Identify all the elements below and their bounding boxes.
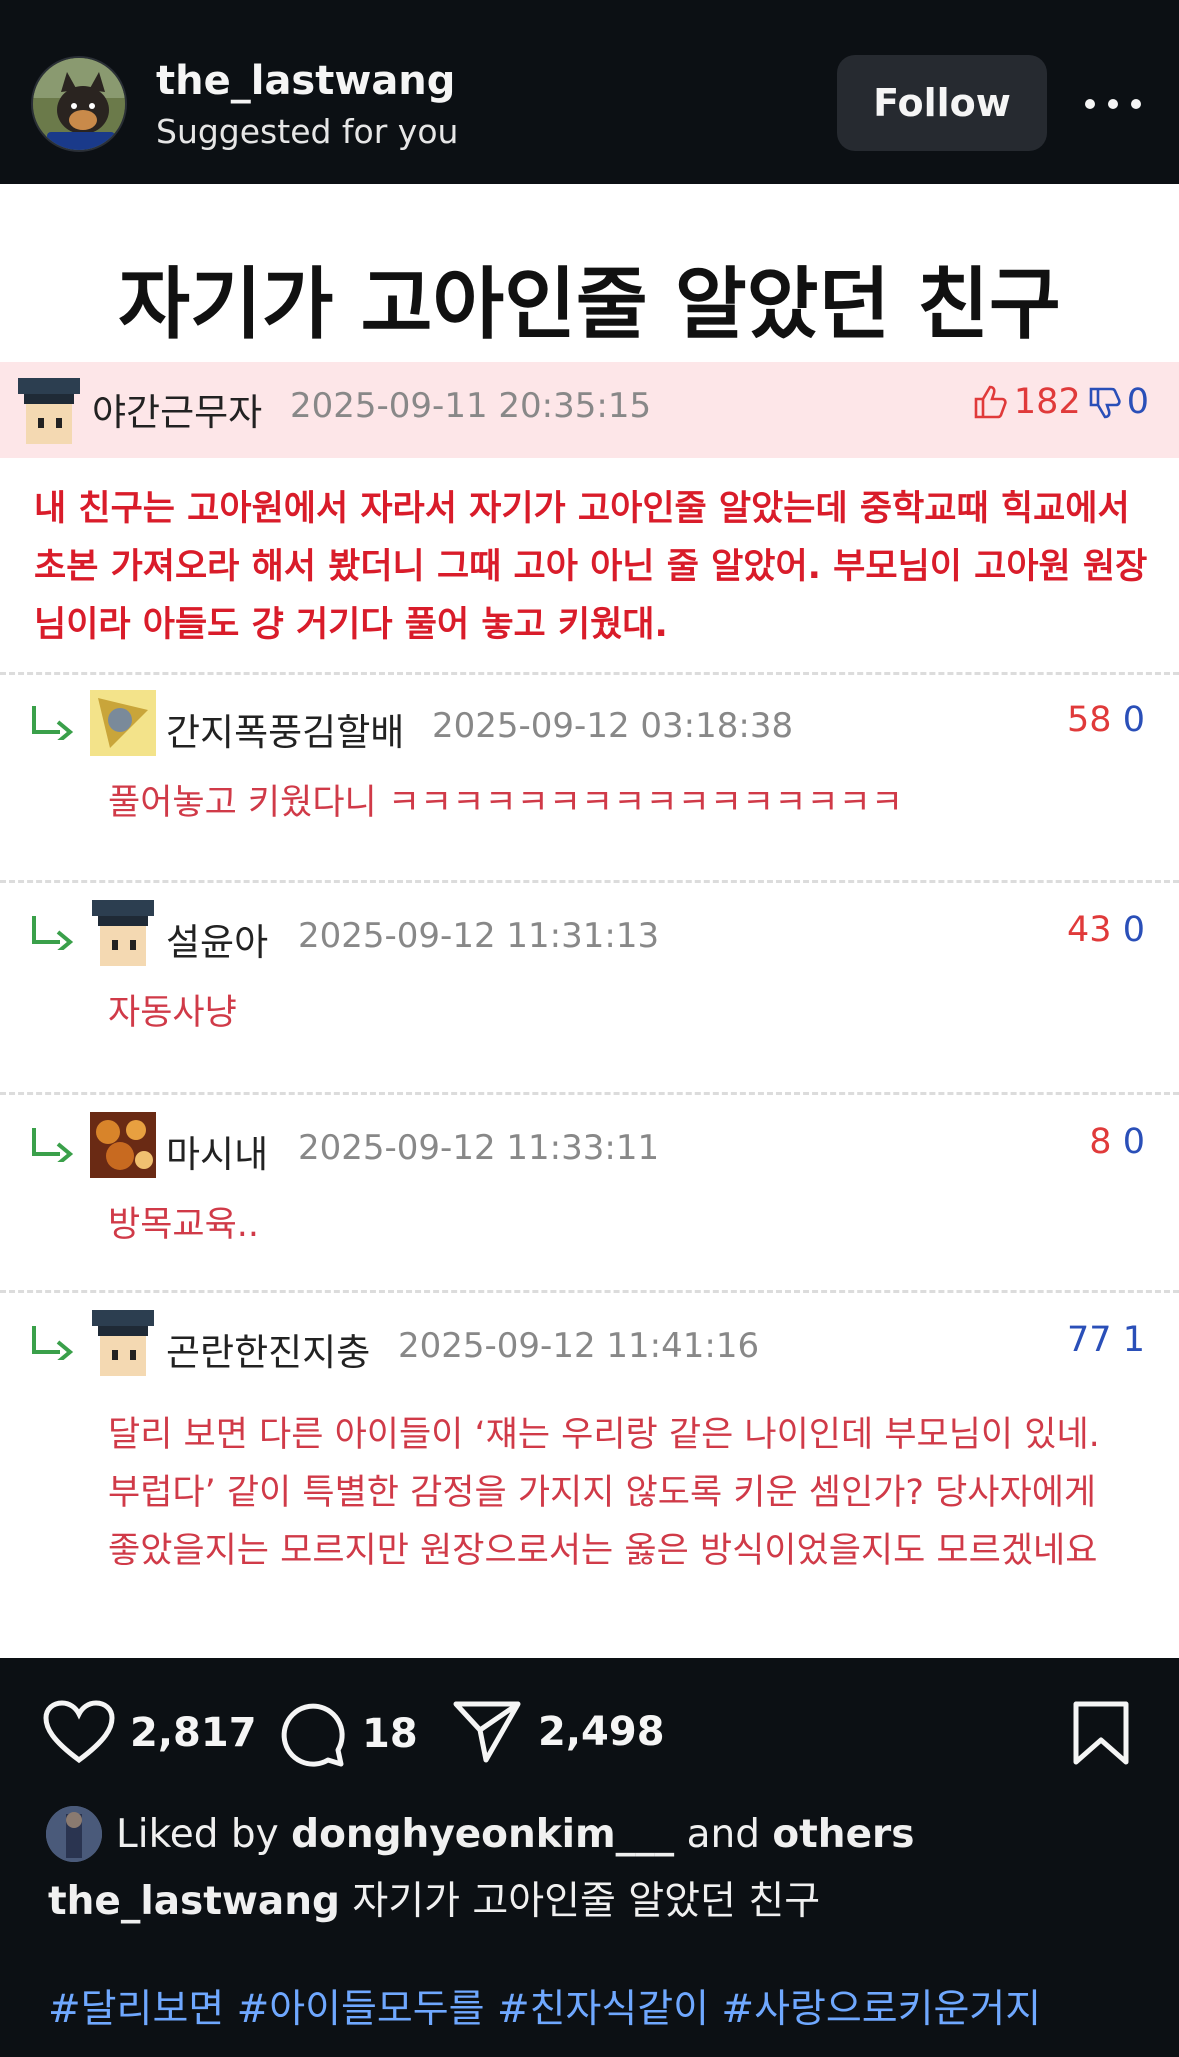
op-downvotes: 0 xyxy=(1126,382,1149,422)
op-text: 내 친구는 고아원에서 자라서 자기가 고아인줄 알았는데 중학교때 힉교에서 … xyxy=(34,489,1148,645)
reply-arrow-icon xyxy=(32,706,74,740)
divider xyxy=(0,1290,1179,1293)
reply-downvotes: 0 xyxy=(1122,1122,1145,1162)
hashtags[interactable]: #달리보면 #아이들모두를 #친자식같이 #사랑으로키운거지 xyxy=(48,1978,1041,2034)
reply-avatar xyxy=(90,900,156,966)
reply-avatar xyxy=(90,690,156,756)
reply-upvotes: 8 xyxy=(1089,1122,1112,1162)
post-actions: 2,817 18 2,498 Liked by donghyeonkim___ … xyxy=(0,1658,1179,2057)
liked-by[interactable]: Liked by donghyeonkim___ and others xyxy=(46,1806,914,1862)
reply-time: 2025-09-12 03:18:38 xyxy=(432,706,794,746)
reply-avatar xyxy=(90,1112,156,1178)
reply-arrow-icon xyxy=(32,916,74,950)
post-header: the_lastwang Suggested for you Follow xyxy=(0,0,1179,184)
comment-icon[interactable] xyxy=(278,1700,346,1768)
reply-text: 자동사냥 xyxy=(108,993,237,1033)
reply-name: 곤란한진지충 xyxy=(166,1331,371,1374)
op-time: 2025-09-11 20:35:15 xyxy=(290,386,652,426)
op-avatar xyxy=(16,378,82,444)
post-title: 자기가 고아인줄 알았던 친구 xyxy=(118,260,1061,350)
bookmark-icon[interactable] xyxy=(1072,1700,1130,1766)
reply-downvotes: 1 xyxy=(1122,1320,1145,1360)
suggested-label: Suggested for you xyxy=(156,112,459,151)
reply-votes: 58 0 xyxy=(1067,700,1145,740)
reply-votes: 8 0 xyxy=(1089,1122,1145,1162)
thumbs-down-icon xyxy=(1089,387,1121,419)
op-votes: 182 0 xyxy=(972,382,1149,422)
more-options-icon[interactable] xyxy=(1085,76,1141,132)
reply-downvotes: 0 xyxy=(1122,910,1145,950)
reply-time: 2025-09-12 11:31:13 xyxy=(298,916,660,956)
liked-by-prefix: Liked by xyxy=(116,1811,279,1857)
liked-by-and: and xyxy=(686,1811,760,1857)
like-count: 2,817 xyxy=(130,1710,257,1756)
reply-text: 달리 보면 다른 아이들이 ‘쟤는 우리랑 같은 나이인데 부모님이 있네. 부… xyxy=(108,1406,1100,1580)
liked-by-user[interactable]: donghyeonkim___ xyxy=(291,1812,674,1857)
comment-count: 18 xyxy=(362,1711,418,1757)
send-icon[interactable] xyxy=(452,1700,522,1764)
op-header: 야간근무자 2025-09-11 20:35:15 182 0 xyxy=(0,362,1179,458)
op-upvotes: 182 xyxy=(1013,382,1081,422)
divider xyxy=(0,672,1179,675)
reply-text: 방목교육.. xyxy=(108,1205,260,1245)
reply-votes: 43 0 xyxy=(1067,910,1145,950)
reply-upvotes: 77 xyxy=(1067,1320,1112,1360)
reply-text-line: 좋았을지는 모르지만 원장으로서는 옳은 방식이었을지도 모르겠네요 xyxy=(108,1531,1098,1571)
username[interactable]: the_lastwang xyxy=(156,58,455,104)
reply-text-line: 부럽다’ 같이 특별한 감정을 가지지 않도록 키운 셈인가? 당사자에게 xyxy=(108,1473,1097,1513)
caption-text: 자기가 고아인줄 알았던 친구 xyxy=(352,1879,821,1924)
reply-arrow-icon xyxy=(32,1326,74,1360)
reply-upvotes: 58 xyxy=(1067,700,1112,740)
dog-avatar-icon xyxy=(33,58,125,150)
share-action[interactable]: 2,498 xyxy=(452,1700,665,1764)
reply-avatar xyxy=(90,1310,156,1376)
caption-username[interactable]: the_lastwang xyxy=(48,1879,340,1924)
reply-upvotes: 43 xyxy=(1067,910,1112,950)
reply-name: 간지폭풍김할배 xyxy=(166,711,405,754)
reply-text-line: 달리 보면 다른 아이들이 ‘쟤는 우리랑 같은 나이인데 부모님이 있네. xyxy=(108,1415,1100,1455)
reply-name: 설윤아 xyxy=(166,921,269,964)
liker-avatar xyxy=(46,1806,102,1862)
divider xyxy=(0,880,1179,883)
reply-time: 2025-09-12 11:33:11 xyxy=(298,1128,660,1168)
reply-votes: 77 1 xyxy=(1067,1320,1145,1360)
op-name: 야간근무자 xyxy=(92,391,263,434)
caption: the_lastwang 자기가 고아인줄 알았던 친구 xyxy=(48,1870,820,1926)
share-count: 2,498 xyxy=(538,1709,665,1755)
divider xyxy=(0,1092,1179,1095)
post-image[interactable]: 자기가 고아인줄 알았던 친구 야간근무자 2025-09-11 20:35:1… xyxy=(0,184,1179,1658)
thumbs-up-icon xyxy=(974,385,1007,419)
reply-name: 마시내 xyxy=(166,1133,269,1176)
like-action[interactable]: 2,817 xyxy=(42,1700,257,1766)
profile-avatar[interactable] xyxy=(31,56,127,152)
liked-by-others[interactable]: others xyxy=(772,1812,914,1857)
reply-time: 2025-09-12 11:41:16 xyxy=(398,1326,760,1366)
reply-text: 풀어놓고 키웠다니 ㅋㅋㅋㅋㅋㅋㅋㅋㅋㅋㅋㅋㅋㅋㅋㅋ xyxy=(108,783,904,823)
heart-icon[interactable] xyxy=(42,1700,116,1766)
follow-button[interactable]: Follow xyxy=(837,55,1047,151)
save-action[interactable] xyxy=(1072,1700,1130,1766)
reply-downvotes: 0 xyxy=(1122,700,1145,740)
comment-action[interactable]: 18 xyxy=(278,1700,418,1768)
reply-arrow-icon xyxy=(32,1128,74,1162)
